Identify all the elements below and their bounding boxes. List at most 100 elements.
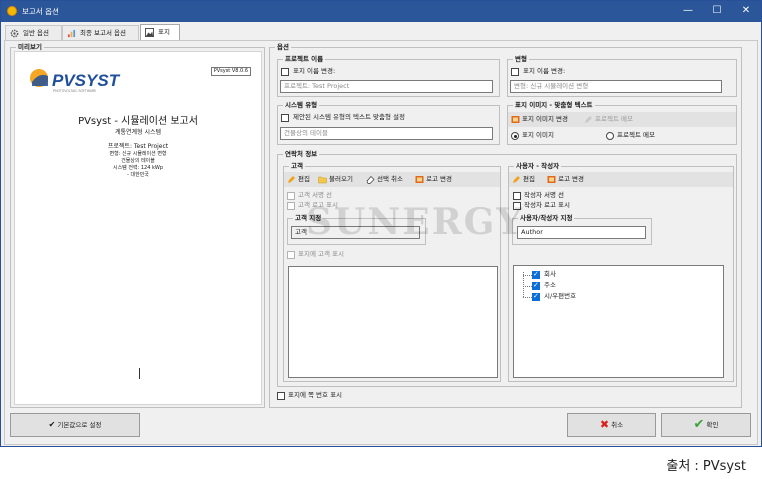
author-signature-checkbox[interactable] [513, 192, 521, 200]
client-load-label: 불러오기 [329, 175, 353, 183]
tab-final-report-options[interactable]: 최종 보고서 옵션 [62, 25, 139, 41]
system-type-label: 시스템 유형 [283, 101, 320, 110]
client-change-logo-button[interactable]: 로고 변경 [415, 175, 452, 184]
author-designation-input[interactable]: Author [517, 226, 646, 239]
cover-image-toolbar: 표지 이미지 변경 프로젝트 메모 [508, 112, 736, 127]
author-details-tree[interactable]: 회사 주소 시/우편번호 [513, 265, 724, 378]
minimize-button[interactable]: — [675, 3, 701, 19]
pvsyst-logo: PVSYST PHOTOVOLTAIC SOFTWARE [30, 69, 121, 93]
variant-name-input[interactable]: 변형: 신규 시뮬레이션 변형 [510, 80, 722, 93]
project-memo-tool-label: 프로젝트 메모 [595, 115, 633, 123]
tree-line [523, 297, 532, 298]
variant-line: 변형: 신규 시뮬레이션 변형 [109, 151, 167, 157]
image-change-icon [511, 116, 520, 123]
tab-label: 일반 옵션 [23, 29, 49, 37]
variant-label: 변형 [513, 55, 529, 64]
client-logo-checkbox[interactable] [287, 202, 295, 210]
cover-image-radio[interactable] [511, 132, 519, 140]
tree-item-company-checkbox[interactable] [532, 270, 540, 279]
title-bar: 보고서 옵션 — ☐ ✕ [1, 1, 761, 22]
tab-cover[interactable]: 표지 [140, 24, 180, 41]
client-edit-button[interactable]: 편집 [287, 175, 310, 184]
ok-check-icon: ✔ [693, 417, 705, 432]
image-icon [145, 28, 154, 37]
image-change-icon [415, 176, 424, 183]
pencil-icon [585, 116, 592, 123]
tree-item-company: 회사 [544, 270, 556, 278]
author-edit-label: 편집 [523, 175, 535, 183]
client-toolbar: 편집 불러오기 선택 취소 로고 변경 [284, 172, 500, 187]
project-memo-radio[interactable] [606, 132, 614, 140]
eraser-icon [366, 175, 375, 184]
client-deselect-button[interactable]: 선택 취소 [366, 175, 403, 184]
tree-line [523, 286, 532, 287]
project-name-input[interactable]: 프로젝트: Test Project [280, 80, 493, 93]
author-edit-button[interactable]: 편집 [512, 175, 535, 184]
page-number-checkbox[interactable] [277, 392, 285, 400]
close-button[interactable]: ✕ [733, 3, 759, 19]
rename-project-label: 표지 이름 변경: [293, 67, 336, 75]
custom-system-type-checkbox[interactable] [281, 114, 289, 122]
options-group-label: 옵션 [275, 43, 291, 52]
client-edit-label: 편집 [298, 175, 310, 183]
cover-image-radio-label: 표지 이미지 [522, 131, 554, 139]
client-deselect-label: 선택 취소 [377, 175, 403, 183]
logo-subtitle: PHOTOVOLTAIC SOFTWARE [53, 89, 96, 93]
image-change-icon [547, 176, 556, 183]
author-logo-label: 작성자 로고 표시 [524, 201, 570, 209]
tree-item-city-zip-checkbox[interactable] [532, 292, 540, 301]
watermark: SUNERGY [306, 201, 525, 243]
author-label: 사용자 - 작성자 [514, 162, 562, 171]
author-change-logo-label: 로고 변경 [558, 175, 584, 183]
window-title: 보고서 옵션 [22, 7, 59, 16]
power-line: 시스템 전력: 124 kWp [112, 165, 163, 171]
author-toolbar: 편집 로고 변경 [509, 172, 733, 187]
cancel-button[interactable]: ✖ 취소 [567, 413, 656, 437]
tree-item-city-zip: 시/우편번호 [544, 292, 577, 300]
folder-icon [318, 176, 327, 184]
tree-item-address: 주소 [544, 281, 556, 289]
change-cover-image-button[interactable]: 표지 이미지 변경 [511, 115, 568, 124]
app-icon [7, 6, 17, 16]
client-signature-checkbox[interactable] [287, 192, 295, 200]
rename-variant-checkbox[interactable] [511, 68, 519, 76]
page-number-label: 표지에 쪽 번호 표시 [288, 391, 343, 399]
logo-text: PVSYST [52, 71, 121, 90]
report-title: PVsyst - 시뮬레이션 보고서 [78, 116, 198, 127]
client-load-button[interactable]: 불러오기 [318, 175, 353, 184]
report-options-window: 보고서 옵션 — ☐ ✕ 일반 옵션 최종 보고서 옵션 표지 미리보기 PVS… [0, 0, 762, 447]
author-change-logo-button[interactable]: 로고 변경 [547, 175, 584, 184]
text-cursor [139, 368, 140, 379]
show-client-on-cover-checkbox[interactable] [287, 251, 295, 259]
system-type-input[interactable]: 건물상의 테이블 [280, 127, 493, 140]
project-line: 프로젝트: Test Project [107, 143, 169, 150]
cover-image-label: 표지 이미지 - 맞춤형 텍스트 [513, 101, 595, 110]
show-client-on-cover-label: 표지에 고객 표시 [298, 250, 344, 258]
custom-system-type-label: 제안된 시스템 유형의 텍스트 맞춤형 설정 [293, 113, 405, 121]
chart-icon [67, 29, 76, 38]
author-designation-label: 사용자/작성자 지정 [518, 214, 575, 223]
reset-defaults-button[interactable]: ✔ 기본값으로 설정 [10, 413, 140, 437]
ok-button[interactable]: ✔ 확인 [661, 413, 751, 437]
client-change-logo-label: 로고 변경 [426, 175, 452, 183]
building-line: 건물상의 테이블 [121, 158, 155, 164]
project-memo-tool[interactable]: 프로젝트 메모 [584, 115, 633, 124]
report-subtitle: 계통연계형 시스템 [114, 129, 162, 136]
project-memo-radio-label: 프로젝트 메모 [617, 131, 655, 139]
cancel-x-icon: ✖ [599, 418, 610, 431]
check-icon: ✔ [48, 420, 56, 429]
client-signature-label: 고객 서명 선 [298, 191, 333, 199]
client-label: 고객 [289, 162, 305, 171]
rename-project-checkbox[interactable] [281, 68, 289, 76]
version-label: PVsyst V8.0.6 [210, 67, 251, 76]
tree-line [523, 275, 532, 276]
gear-icon [10, 29, 19, 38]
tree-item-address-checkbox[interactable] [532, 281, 540, 290]
maximize-button[interactable]: ☐ [704, 3, 730, 19]
client-details-list[interactable] [288, 266, 498, 378]
preview-page: PVSYST PHOTOVOLTAIC SOFTWARE PVsyst V8.0… [14, 51, 262, 405]
reset-defaults-label: 기본값으로 설정 [57, 421, 102, 429]
contact-info-label: 연락처 정보 [283, 150, 320, 159]
cancel-label: 취소 [611, 421, 624, 429]
tab-general-options[interactable]: 일반 옵션 [5, 25, 62, 41]
